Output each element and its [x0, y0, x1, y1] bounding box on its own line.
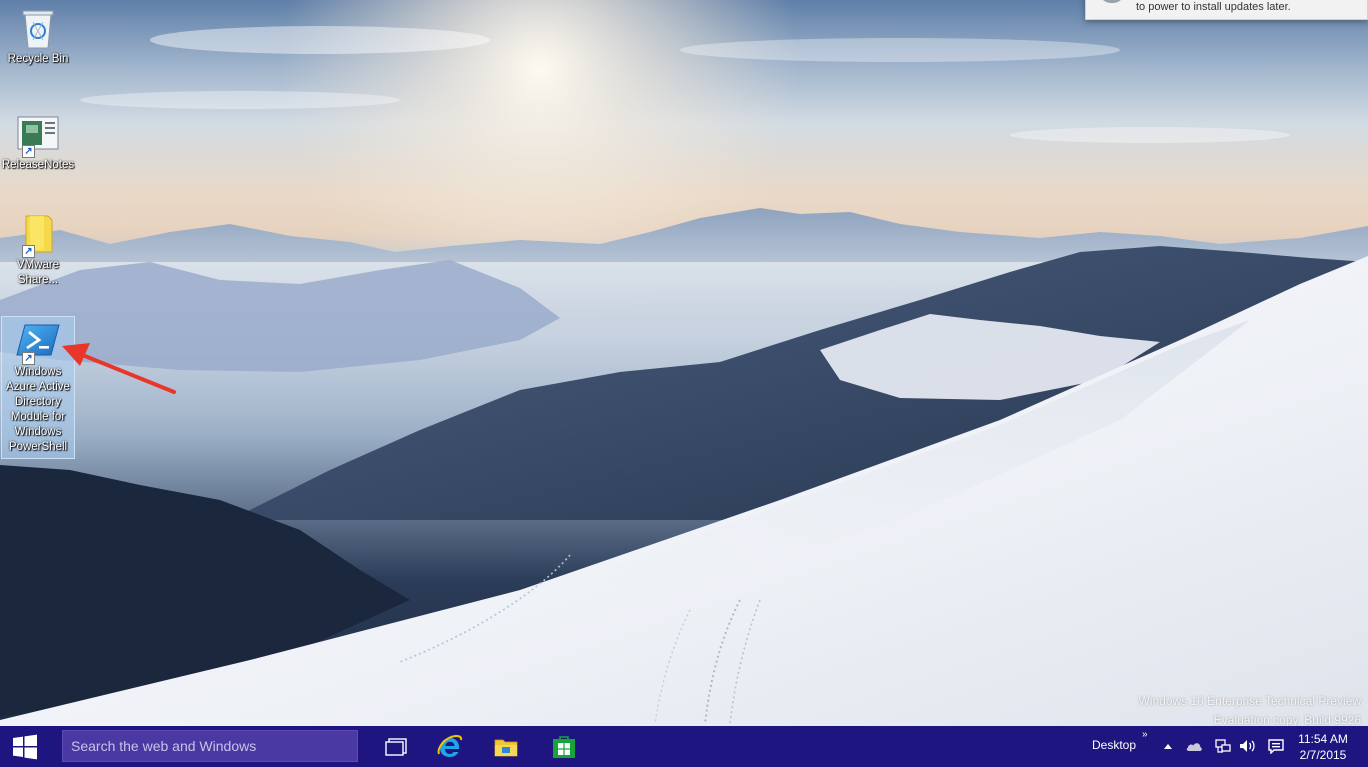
action-center-icon	[1268, 739, 1284, 754]
volume-tray-button[interactable]	[1238, 736, 1258, 756]
toolbar-chevron-icon[interactable]: »	[1142, 729, 1148, 740]
clock-time: 11:54 AM	[1298, 732, 1348, 746]
shortcut-arrow-icon: ↗	[22, 245, 35, 258]
watermark-edition: Windows 10 Enterprise Technical Preview	[1138, 694, 1361, 708]
internet-explorer-icon	[437, 734, 463, 757]
desktop-icon-release-notes[interactable]: ↗ ReleaseNotes	[1, 110, 75, 173]
recycle-bin-icon	[14, 4, 62, 52]
desktop[interactable]: Recycle Bin ↗ ReleaseNotes ↗ VMware Shar…	[0, 0, 1368, 726]
shortcut-arrow-icon: ↗	[22, 145, 35, 158]
store-button[interactable]	[542, 726, 586, 767]
wallpaper	[0, 0, 1368, 726]
network-tray-button[interactable]	[1213, 736, 1233, 756]
file-explorer-icon	[494, 739, 518, 756]
task-view-icon	[385, 737, 407, 756]
powershell-icon: ↗	[14, 317, 62, 365]
notification-text: to power to install updates later.	[1136, 1, 1291, 13]
start-button[interactable]	[0, 726, 50, 767]
update-icon	[1099, 0, 1125, 3]
watermark-build: Evaluation copy. Build 9926	[1213, 713, 1361, 726]
network-icon	[1215, 739, 1231, 753]
windows-logo-icon	[13, 734, 37, 759]
desktop-icon-vmware-share[interactable]: ↗ VMware Share...	[1, 210, 75, 288]
onedrive-icon	[1186, 743, 1202, 751]
internet-explorer-button[interactable]	[428, 726, 472, 767]
desktop-icon-azure-ad-powershell[interactable]: ↗ Windows Azure Active Directory Module …	[1, 316, 75, 459]
search-box[interactable]	[62, 730, 358, 762]
desktop-icon-label: VMware Share...	[16, 259, 60, 286]
desktop-icon-label: ReleaseNotes	[1, 159, 75, 171]
store-icon	[553, 735, 575, 758]
shortcut-arrow-icon: ↗	[22, 352, 35, 365]
task-view-button[interactable]	[374, 726, 418, 767]
release-notes-icon: ↗	[14, 110, 62, 158]
notification-toast[interactable]: to power to install updates later.	[1085, 0, 1368, 20]
onedrive-tray-button[interactable]	[1184, 736, 1204, 756]
desktop-icon-recycle-bin[interactable]: Recycle Bin	[1, 4, 75, 67]
show-hidden-icons-button[interactable]	[1158, 736, 1178, 756]
volume-icon	[1240, 740, 1255, 752]
clock-date: 2/7/2015	[1299, 748, 1347, 762]
desktop-toolbar-label[interactable]: Desktop	[1092, 738, 1136, 752]
search-input[interactable]	[63, 731, 357, 761]
file-explorer-button[interactable]	[484, 726, 528, 767]
os-watermark: Windows 10 Enterprise Technical Preview …	[1138, 692, 1361, 726]
show-hidden-icons-icon	[1164, 744, 1172, 749]
taskbar-clock[interactable]: 11:54 AM 2/7/2015	[1294, 731, 1352, 763]
folder-icon: ↗	[14, 210, 62, 258]
desktop-icon-label: Recycle Bin	[7, 53, 69, 65]
taskbar: Desktop » 11:54 AM 2/7/2015	[0, 726, 1368, 767]
action-center-button[interactable]	[1266, 736, 1286, 756]
desktop-icon-label: Windows Azure Active Directory Module fo…	[6, 366, 70, 453]
